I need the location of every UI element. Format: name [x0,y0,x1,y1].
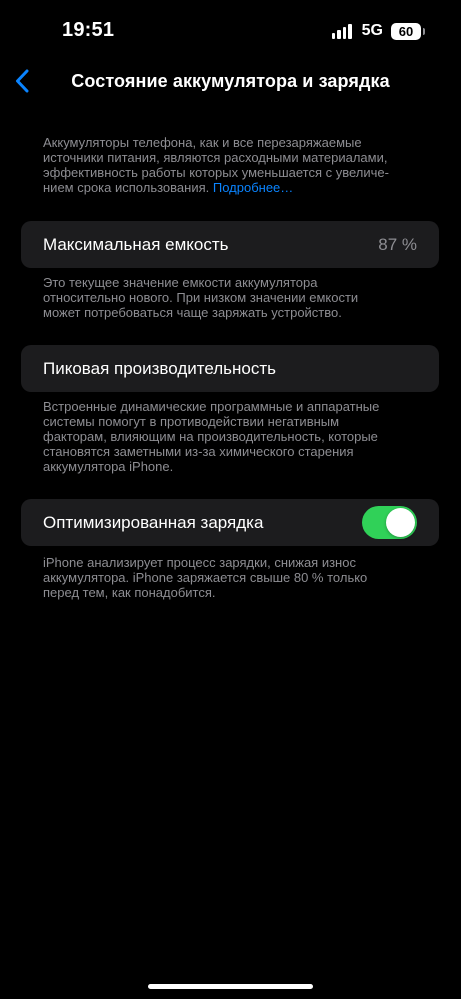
note-line: системы помогут в противодействии негати… [43,414,340,429]
toggle-knob [386,508,415,537]
battery-icon: 60 [391,22,425,40]
intro-description: Аккумуляторы телефона, как и все перезар… [43,135,403,195]
optimized-charging-toggle[interactable] [362,506,417,539]
home-indicator[interactable] [148,984,313,989]
optimized-charging-row: Оптимизированная зарядка [21,499,439,546]
network-type: 5G [361,22,383,39]
max-capacity-row: Максимальная емкость 87 % [21,221,439,268]
peak-performance-label: Пиковая производительность [43,358,277,378]
note-line: Встроенные динамические программные и ап… [43,399,380,414]
page-title: Состояние аккумулятора и зарядка [71,71,390,91]
note-line: аккумулятора iPhone. [43,459,174,474]
optimized-charging-description: iPhone анализирует процесс зарядки, сниж… [43,555,403,600]
note-line: факторам, влияющим на производительность… [43,429,378,444]
note-line: перед тем, как понадобится. [43,585,216,600]
note-line: относительно нового. При низком значении… [43,290,359,305]
battery-health-screen: 19:51 5G 60 Состояние аккумулятора и зар… [0,0,461,999]
battery-level: 60 [398,23,414,39]
note-line: iPhone анализирует процесс зарядки, сниж… [43,555,356,570]
intro-line: Аккумуляторы телефона, как и все перезар… [43,135,362,150]
max-capacity-description: Это текущее значение емкости аккумулятор… [43,275,403,320]
note-line: может потребоваться чаще заряжать устрой… [43,305,342,320]
status-indicators: 5G 60 [331,22,425,40]
max-capacity-value: 87 % [378,234,417,254]
status-time: 19:51 [62,19,115,41]
peak-performance-description: Встроенные динамические программные и ап… [43,399,403,474]
intro-line: эффективность работы которых уменьшается… [43,165,389,180]
peak-performance-row: Пиковая производительность [21,345,439,392]
max-capacity-label: Максимальная емкость [43,234,229,254]
intro-line: источники питания, являются расходными м… [43,150,388,165]
intro-line: нием срока использования. Подробнее… [43,180,403,195]
note-line: аккумулятора. iPhone заряжается свыше 80… [43,570,368,585]
cellular-signal-icon [331,23,352,39]
note-line: Это текущее значение емкости аккумулятор… [43,275,318,290]
note-line: становятся заметными из-за химического с… [43,444,354,459]
optimized-charging-label: Оптимизированная зарядка [43,512,264,532]
learn-more-link[interactable]: Подробнее… [213,180,293,195]
intro-last-line: нием срока использования. [43,180,210,195]
